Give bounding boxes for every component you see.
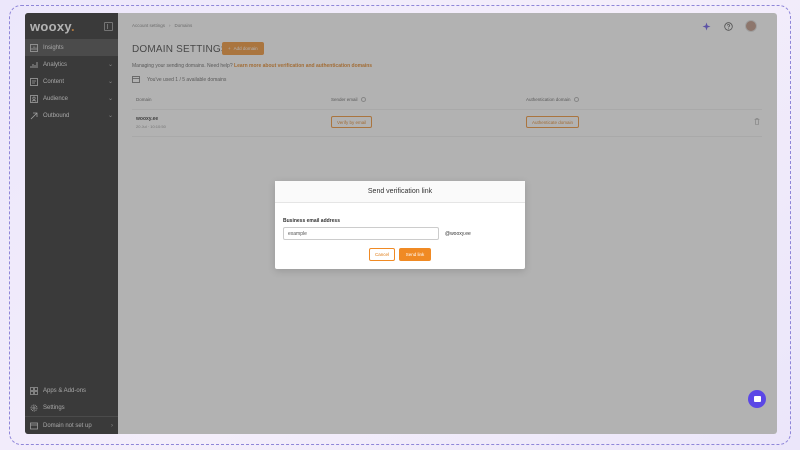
app-window: wooxy. Insights Analytics ⌄ Content ⌄ Au… — [25, 13, 777, 434]
send-link-button[interactable]: Send link — [399, 248, 431, 261]
chat-support-button[interactable] — [748, 390, 766, 408]
email-field[interactable] — [283, 227, 439, 240]
send-verification-modal: Send verification link Business email ad… — [275, 181, 525, 269]
modal-title: Send verification link — [275, 181, 525, 203]
email-field-label: Business email address — [283, 218, 340, 224]
email-domain-suffix: @wooxy.ee — [445, 231, 471, 237]
chat-icon — [753, 396, 761, 402]
cancel-button[interactable]: Cancel — [369, 248, 395, 261]
